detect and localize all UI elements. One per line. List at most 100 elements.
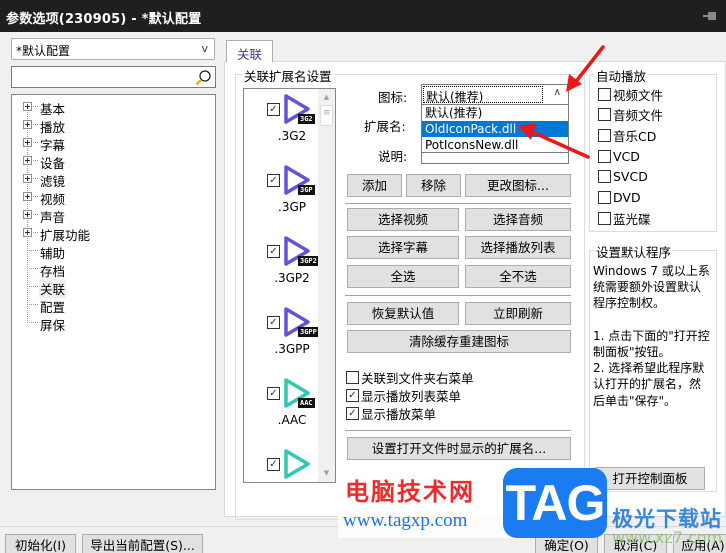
pin-icon[interactable] — [703, 12, 717, 20]
checkbox[interactable] — [346, 370, 359, 384]
select-video-button[interactable]: 选择视频 — [347, 208, 459, 231]
checkbox[interactable] — [598, 170, 611, 184]
checkbox[interactable] — [598, 108, 611, 122]
extension-checkbox[interactable]: ✓ — [267, 103, 280, 116]
tree-connector — [33, 178, 38, 179]
settings-tree: 基本 播放 字幕 设备 滤镜 视频 声音 扩展功能 辅助 存档 关联 配置 屏保 — [11, 94, 216, 490]
scroll-down-icon[interactable]: ▼ — [319, 466, 334, 481]
extension-checkbox[interactable]: ✓ — [267, 458, 280, 471]
checkbox[interactable] — [598, 149, 611, 163]
extension-list[interactable]: ✓ ✓ AAC .AAC ✓ 3GPP .3GPP ✓ 3GP2 .3GP2 ✓ 3GP .3GP ✓ 3G… — [243, 88, 336, 483]
autoplay-checkbox-row[interactable]: 视频文件 — [598, 86, 663, 103]
expand-icon[interactable] — [23, 138, 32, 147]
set-open-extensions-button[interactable]: 设置打开文件时显示的扩展名... — [347, 437, 571, 460]
tree-connector — [33, 214, 38, 215]
add-button[interactable]: 添加 — [347, 174, 402, 197]
icon-combo-option[interactable]: OldIconPack.dll — [422, 121, 568, 137]
extension-label: .3G2 — [277, 129, 307, 143]
tree-item-label: 辅助 — [40, 246, 66, 261]
icon-combo-option[interactable]: 默认(推荐) — [422, 105, 568, 121]
tree-connector — [33, 142, 38, 143]
select-subtitle-button[interactable]: 选择字幕 — [347, 236, 459, 259]
scroll-up-icon[interactable]: ▲ — [319, 90, 334, 105]
watermark-brand-url: www.xz7.com — [612, 528, 723, 547]
expand-icon[interactable] — [23, 228, 32, 237]
expand-icon[interactable] — [23, 156, 32, 165]
checkbox[interactable]: ✓ — [346, 388, 359, 402]
extension-checkbox[interactable]: ✓ — [267, 174, 280, 187]
tree-connector — [27, 250, 38, 251]
option-checkbox-row[interactable]: 关联到文件夹右菜单 — [346, 369, 474, 386]
autoplay-checkbox-row[interactable]: 音乐CD — [598, 127, 657, 144]
remove-button[interactable]: 移除 — [406, 174, 461, 197]
tree-item-label: 关联 — [39, 279, 67, 298]
select-audio-button[interactable]: 选择音频 — [465, 208, 571, 231]
select-none-button[interactable]: 全不选 — [465, 265, 571, 288]
autoplay-checkbox-row[interactable]: DVD — [598, 190, 641, 206]
autoplay-checkbox-row[interactable]: VCD — [598, 148, 640, 164]
extension-item[interactable]: ✓ 3GP2 .3GP2 — [244, 231, 320, 311]
autoplay-checkbox-row[interactable]: 蓝光碟 — [598, 210, 651, 227]
change-icon-button[interactable]: 更改图标... — [465, 174, 571, 197]
icon-combo-option[interactable]: PotIconsNew.dll — [422, 137, 568, 153]
chevron-up-icon: ∧ — [553, 87, 561, 98]
autoplay-checkbox-row[interactable]: SVCD — [598, 169, 648, 185]
separator — [345, 295, 571, 296]
select-all-button[interactable]: 全选 — [347, 265, 459, 288]
description-label: 说明: — [378, 149, 408, 164]
search-icon[interactable] — [194, 69, 212, 86]
expand-icon[interactable] — [23, 174, 32, 183]
icon-combo[interactable]: 默认(推荐) ∧ — [421, 84, 569, 105]
checkbox[interactable] — [598, 128, 611, 142]
extension-badge: 3GPP — [298, 327, 319, 337]
assoc-group-title: 关联扩展名设置 — [242, 66, 334, 85]
tab-association[interactable]: 关联 — [226, 40, 273, 62]
export-config-button[interactable]: 导出当前配置(S)... — [82, 534, 203, 553]
autoplay-label: DVD — [613, 190, 641, 205]
search-box — [11, 66, 216, 88]
checkbox[interactable] — [598, 87, 611, 101]
autoplay-label: 音乐CD — [613, 128, 657, 144]
option-label: 关联到文件夹右菜单 — [361, 370, 474, 386]
open-control-panel-button[interactable]: 打开控制面板 — [595, 467, 705, 490]
search-input[interactable] — [12, 67, 187, 87]
tree-connector — [33, 106, 38, 107]
chevron-down-icon: v — [201, 42, 208, 55]
extension-checkbox[interactable]: ✓ — [267, 387, 280, 400]
checkbox[interactable] — [598, 191, 611, 204]
extension-checkbox[interactable]: ✓ — [267, 245, 280, 258]
option-checkbox-row[interactable]: ✓ 显示播放列表菜单 — [346, 387, 461, 404]
extension-item[interactable]: ✓ 3GP .3GP — [244, 160, 320, 240]
tree-connector — [33, 196, 38, 197]
checkbox[interactable] — [598, 211, 611, 225]
select-playlist-button[interactable]: 选择播放列表 — [465, 236, 571, 259]
scroll-thumb[interactable] — [320, 105, 333, 126]
expand-icon[interactable] — [23, 192, 32, 201]
init-button[interactable]: 初始化(I) — [5, 534, 76, 553]
refresh-now-button[interactable]: 立即刷新 — [465, 302, 571, 325]
extension-list-scrollbar[interactable]: ▲ ▼ — [318, 89, 335, 482]
option-checkbox-row[interactable]: ✓ 显示播放菜单 — [346, 405, 436, 422]
expand-icon[interactable] — [23, 120, 32, 129]
checkbox[interactable]: ✓ — [346, 406, 359, 420]
extension-item[interactable]: ✓ 3GPP .3GPP — [244, 302, 320, 382]
tree-item-label: 存档 — [40, 264, 66, 279]
extension-label: 扩展名: — [364, 119, 406, 134]
expand-icon[interactable] — [23, 210, 32, 219]
title-bar: 参数选项(230905) - *默认配置 — [0, 0, 726, 32]
extension-label: .3GPP — [274, 342, 310, 356]
tree-item-label: 扩展功能 — [40, 228, 91, 243]
autoplay-checkbox-row[interactable]: 音频文件 — [598, 107, 663, 123]
profile-select[interactable]: *默认配置 v — [11, 38, 215, 60]
tree-connector — [27, 304, 38, 305]
expand-icon[interactable] — [23, 102, 32, 111]
icon-label: 图标: — [378, 90, 408, 105]
extension-checkbox[interactable]: ✓ — [267, 316, 280, 329]
autoplay-label: SVCD — [613, 169, 648, 185]
extension-item[interactable]: ✓ 3G2 .3G2 — [244, 89, 320, 169]
clear-cache-button[interactable]: 清除缓存重建图标 — [347, 330, 571, 353]
tree-connector — [27, 268, 38, 269]
restore-default-button[interactable]: 恢复默认值 — [347, 302, 459, 325]
extension-item[interactable]: ✓ AAC .AAC — [244, 373, 320, 453]
icon-combo-value: 默认(推荐) — [423, 86, 543, 104]
